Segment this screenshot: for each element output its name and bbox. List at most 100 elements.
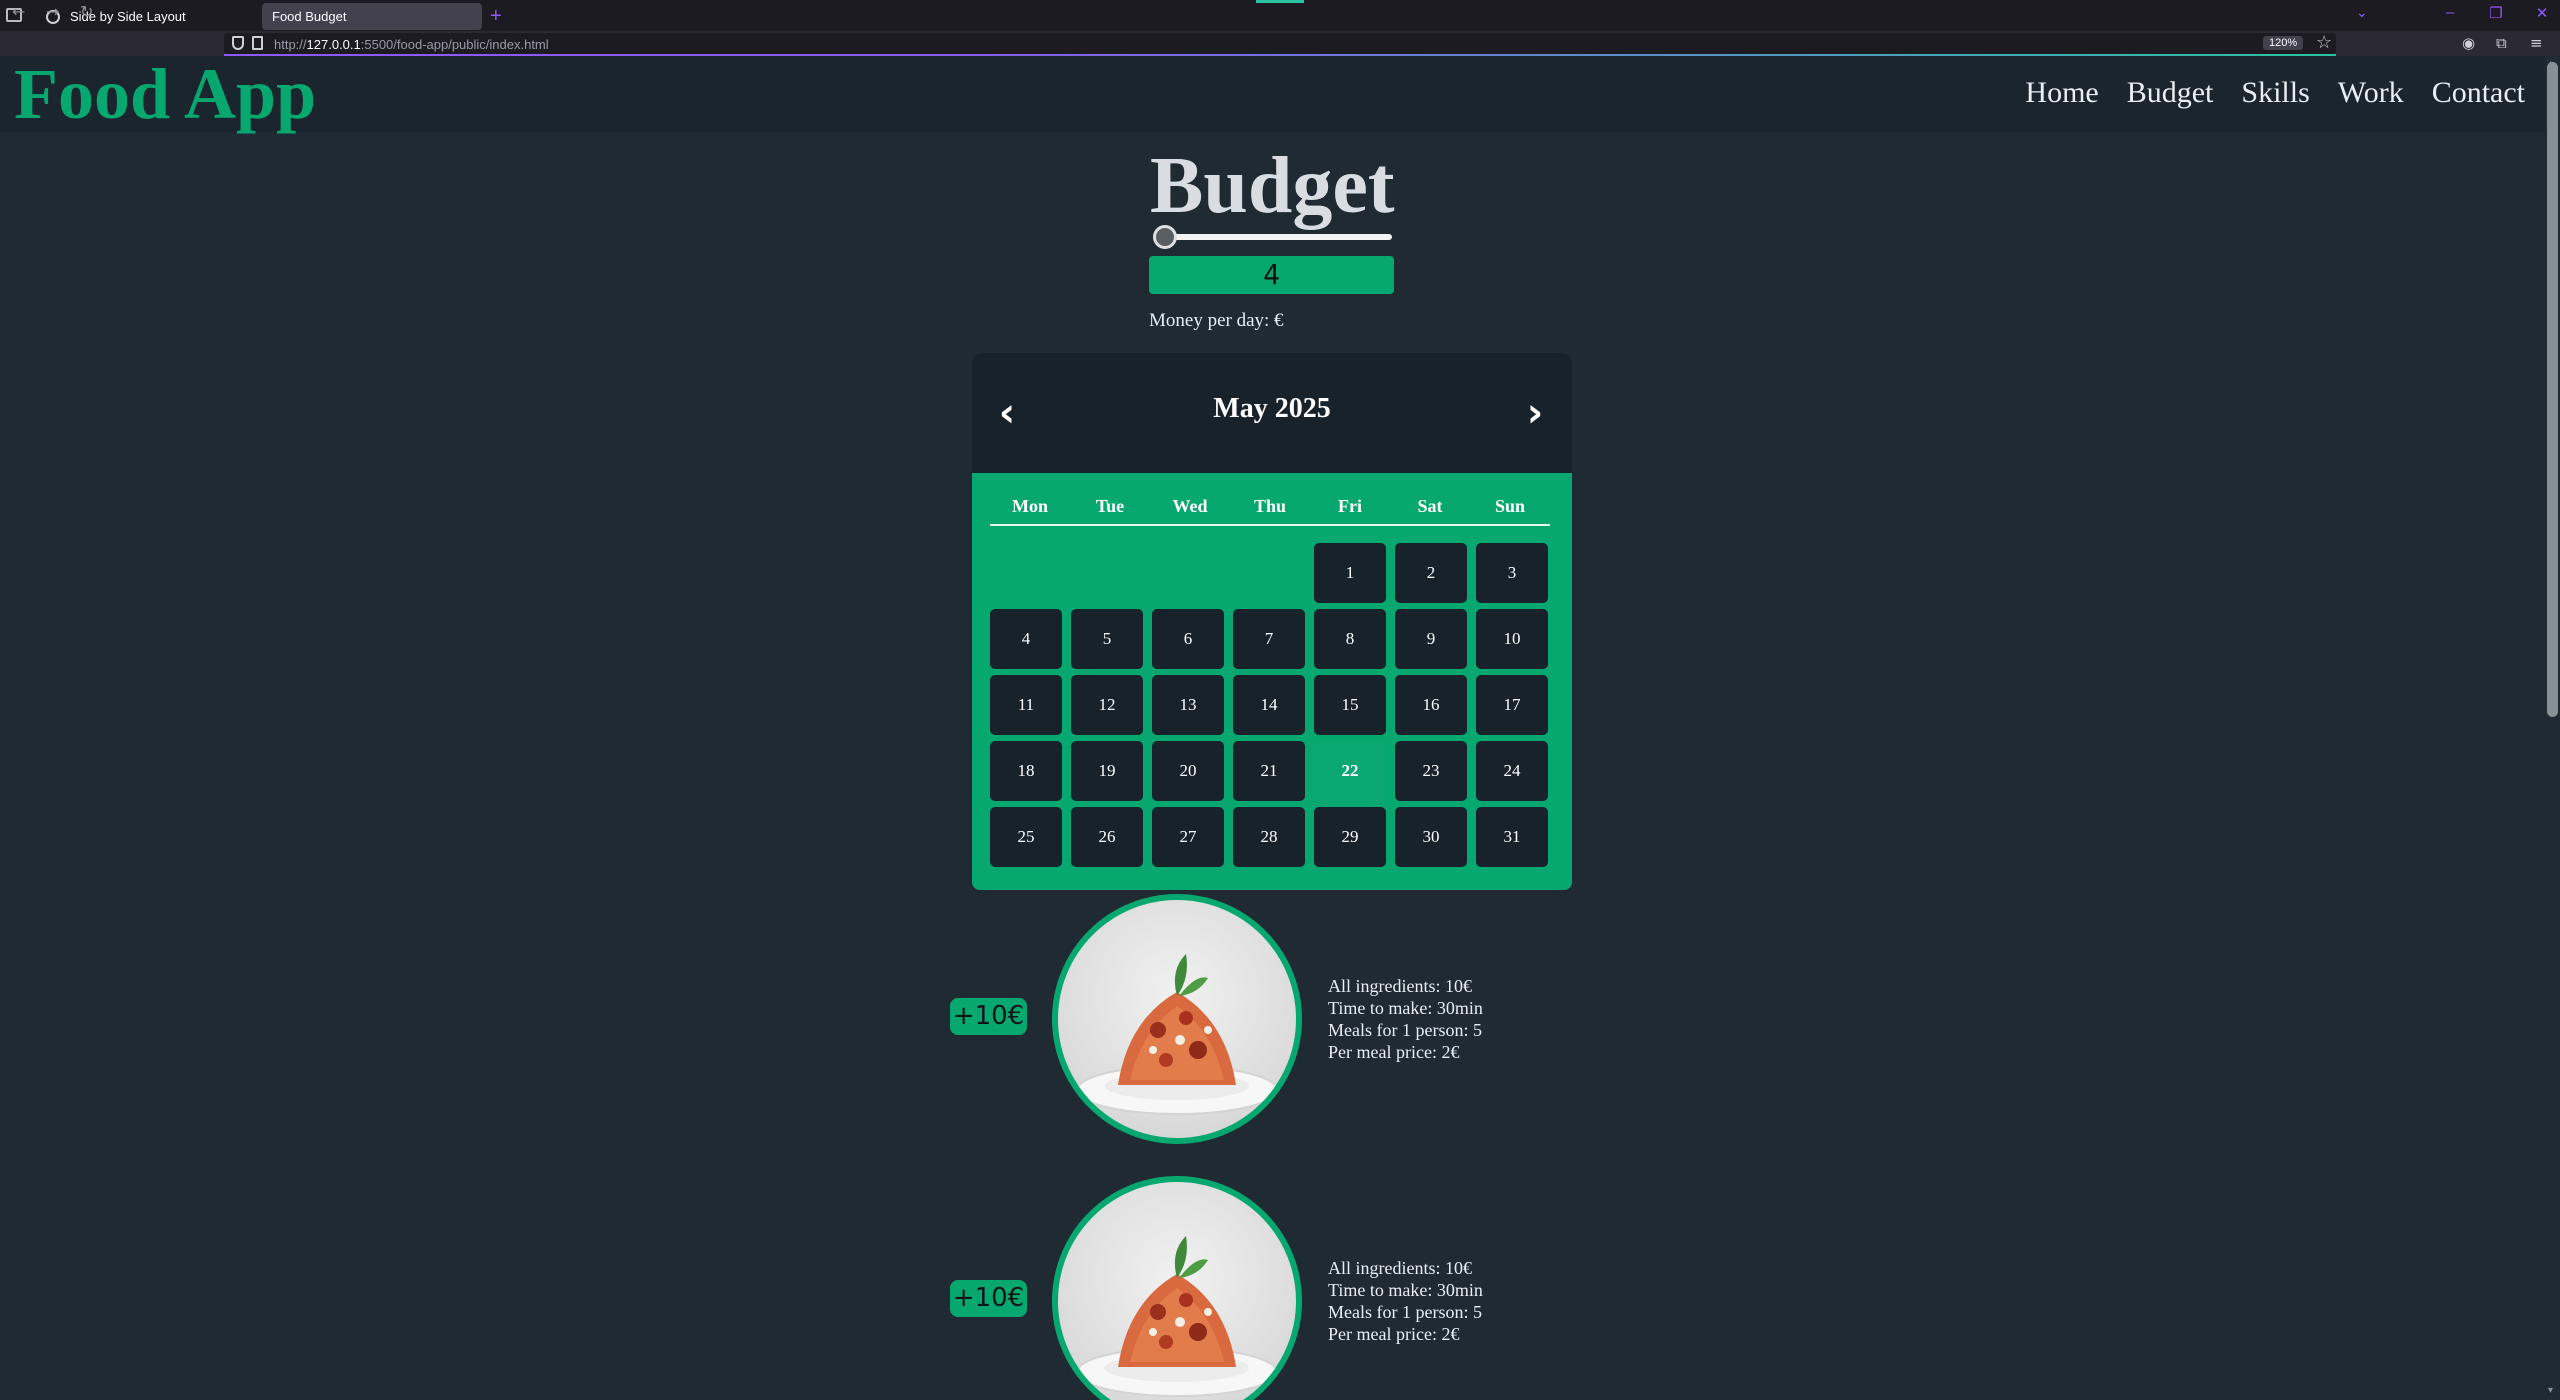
- spaghetti-plate-icon: [1076, 954, 1278, 1115]
- calendar-blank-cell: [1152, 543, 1224, 603]
- calendar-day[interactable]: 24: [1476, 741, 1548, 801]
- browser-tab-bar: Side by Side Layout Food Budget + ⌄ – ❐ …: [0, 0, 2560, 31]
- calendar-days: 1 2 3 4 5 6 7 8 9 10 11 12 13 14 15 16 17 18 19 20 21 22 23 24 2…: [990, 543, 1550, 867]
- meal-info: All ingredients: 10€ Time to make: 30min M…: [1328, 1257, 1483, 1345]
- calendar-day[interactable]: 10: [1476, 609, 1548, 669]
- calendar-day[interactable]: 31: [1476, 807, 1548, 867]
- calendar-blank-cell: [1233, 543, 1305, 603]
- calendar-day[interactable]: 2: [1395, 543, 1467, 603]
- tab-indicator: [1256, 0, 1304, 3]
- meal-info-line: Time to make: 30min: [1328, 1280, 1483, 1300]
- tracking-shield-icon[interactable]: [232, 36, 244, 50]
- calendar-day[interactable]: 30: [1395, 807, 1467, 867]
- calendar-day[interactable]: 13: [1152, 675, 1224, 735]
- zoom-level[interactable]: 120%: [2263, 36, 2304, 50]
- calendar-day[interactable]: 9: [1395, 609, 1467, 669]
- meal-info-line: Meals for 1 person: 5: [1328, 1020, 1482, 1040]
- meal-card: +10€ All ingredients: 10€ Time to make: 3…: [950, 1176, 1510, 1400]
- meal-info-line: Meals for 1 person: 5: [1328, 1302, 1482, 1322]
- calendar-day[interactable]: 25: [990, 807, 1062, 867]
- budget-slider[interactable]: [1154, 234, 1392, 240]
- meal-image-spaghetti: [1052, 1176, 1302, 1400]
- calendar-day-today[interactable]: 22: [1314, 741, 1386, 801]
- calendar-day[interactable]: 1: [1314, 543, 1386, 603]
- weekday-label: Thu: [1253, 496, 1287, 516]
- calendar-day[interactable]: 27: [1152, 807, 1224, 867]
- meal-card: +10€ All ingredients: 10€ Time to make: 3…: [950, 894, 1510, 1144]
- scrollbar-thumb[interactable]: [2547, 62, 2558, 717]
- spaghetti-plate-icon: [1076, 1236, 1278, 1397]
- calendar-day[interactable]: 29: [1314, 807, 1386, 867]
- money-per-day-label: Money per day: €: [1149, 310, 1284, 331]
- scroll-up-icon[interactable]: ▴: [2548, 58, 2558, 69]
- calendar-blank-cell: [990, 543, 1062, 603]
- nav-contact[interactable]: Contact: [2432, 76, 2525, 110]
- meal-info-line: Per meal price: 2€: [1328, 1324, 1460, 1344]
- scroll-down-icon[interactable]: ▾: [2548, 1385, 2558, 1396]
- calendar-day[interactable]: 5: [1071, 609, 1143, 669]
- calendar-day[interactable]: 28: [1233, 807, 1305, 867]
- add-meal-button[interactable]: +10€: [950, 998, 1027, 1035]
- budget-slider-thumb[interactable]: [1153, 225, 1177, 249]
- nav-skills[interactable]: Skills: [2241, 76, 2309, 110]
- calendar-day[interactable]: 11: [990, 675, 1062, 735]
- nav-budget[interactable]: Budget: [2127, 76, 2214, 110]
- calendar-day[interactable]: 17: [1476, 675, 1548, 735]
- weekday-label: Wed: [1172, 496, 1208, 516]
- restore-icon[interactable]: ❐: [2488, 4, 2504, 22]
- calendar-day[interactable]: 21: [1233, 741, 1305, 801]
- close-window-icon[interactable]: ✕: [2534, 4, 2550, 22]
- calendar-day[interactable]: 12: [1071, 675, 1143, 735]
- bookmark-star-icon[interactable]: ☆: [2316, 32, 2332, 53]
- meal-info-line: Per meal price: 2€: [1328, 1042, 1460, 1062]
- account-icon[interactable]: ◉: [2462, 34, 2475, 52]
- chevron-right-icon[interactable]: ›: [1520, 393, 1550, 433]
- nav-home[interactable]: Home: [2025, 76, 2098, 110]
- add-meal-button[interactable]: +10€: [950, 1280, 1027, 1317]
- calendar: ‹ May 2025 › Mon Tue Wed Thu Fri Sat Sun…: [972, 353, 1572, 890]
- calendar-day[interactable]: 19: [1071, 741, 1143, 801]
- site-header: Food App Home Budget Skills Work Contact: [0, 56, 2545, 134]
- site-logo[interactable]: Food App: [14, 56, 316, 136]
- calendar-day[interactable]: 14: [1233, 675, 1305, 735]
- nav-work[interactable]: Work: [2338, 76, 2404, 110]
- calendar-day[interactable]: 18: [990, 741, 1062, 801]
- calendar-day[interactable]: 16: [1395, 675, 1467, 735]
- calendar-blank-cell: [1071, 543, 1143, 603]
- minimize-icon[interactable]: –: [2442, 4, 2458, 22]
- tab-side-by-side[interactable]: Side by Side Layout: [36, 3, 256, 30]
- url-text[interactable]: http://127.0.0.1:5500/food-app/public/in…: [274, 37, 549, 52]
- meal-info: All ingredients: 10€ Time to make: 30min M…: [1328, 975, 1483, 1063]
- weekday-label: Sun: [1494, 496, 1526, 516]
- budget-value-field[interactable]: 4: [1149, 256, 1394, 294]
- back-arrow-icon[interactable]: ←: [12, 3, 25, 21]
- main-nav: Home Budget Skills Work Contact: [2025, 76, 2525, 110]
- tab-food-budget[interactable]: Food Budget: [262, 3, 482, 30]
- page: Food App Home Budget Skills Work Contact…: [0, 56, 2545, 1400]
- calendar-day[interactable]: 20: [1152, 741, 1224, 801]
- page-info-icon[interactable]: [252, 36, 263, 50]
- new-tab-plus-icon[interactable]: +: [490, 4, 510, 28]
- meal-info-line: All ingredients: 10€: [1328, 976, 1472, 996]
- forward-arrow-icon[interactable]: →: [46, 3, 59, 21]
- calendar-day[interactable]: 4: [990, 609, 1062, 669]
- extensions-icon[interactable]: ⧉: [2496, 34, 2507, 52]
- calendar-day[interactable]: 26: [1071, 807, 1143, 867]
- weekday-label: Mon: [1012, 496, 1048, 516]
- menu-icon[interactable]: ≡: [2530, 34, 2543, 52]
- weekday-label: Sat: [1417, 496, 1443, 516]
- tab-label: Food Budget: [272, 9, 347, 24]
- calendar-day[interactable]: 23: [1395, 741, 1467, 801]
- meal-info-line: All ingredients: 10€: [1328, 1258, 1472, 1278]
- list-tabs-chevron-icon[interactable]: ⌄: [2356, 5, 2368, 21]
- calendar-day[interactable]: 6: [1152, 609, 1224, 669]
- calendar-day[interactable]: 8: [1314, 609, 1386, 669]
- reload-icon[interactable]: ↻: [80, 3, 93, 21]
- budget-title: Budget: [1150, 142, 1395, 230]
- weekday-label: Tue: [1095, 496, 1125, 516]
- calendar-day[interactable]: 15: [1314, 675, 1386, 735]
- calendar-day[interactable]: 3: [1476, 543, 1548, 603]
- calendar-day[interactable]: 7: [1233, 609, 1305, 669]
- weekday-label: Fri: [1338, 496, 1362, 516]
- meal-info-line: Time to make: 30min: [1328, 998, 1483, 1018]
